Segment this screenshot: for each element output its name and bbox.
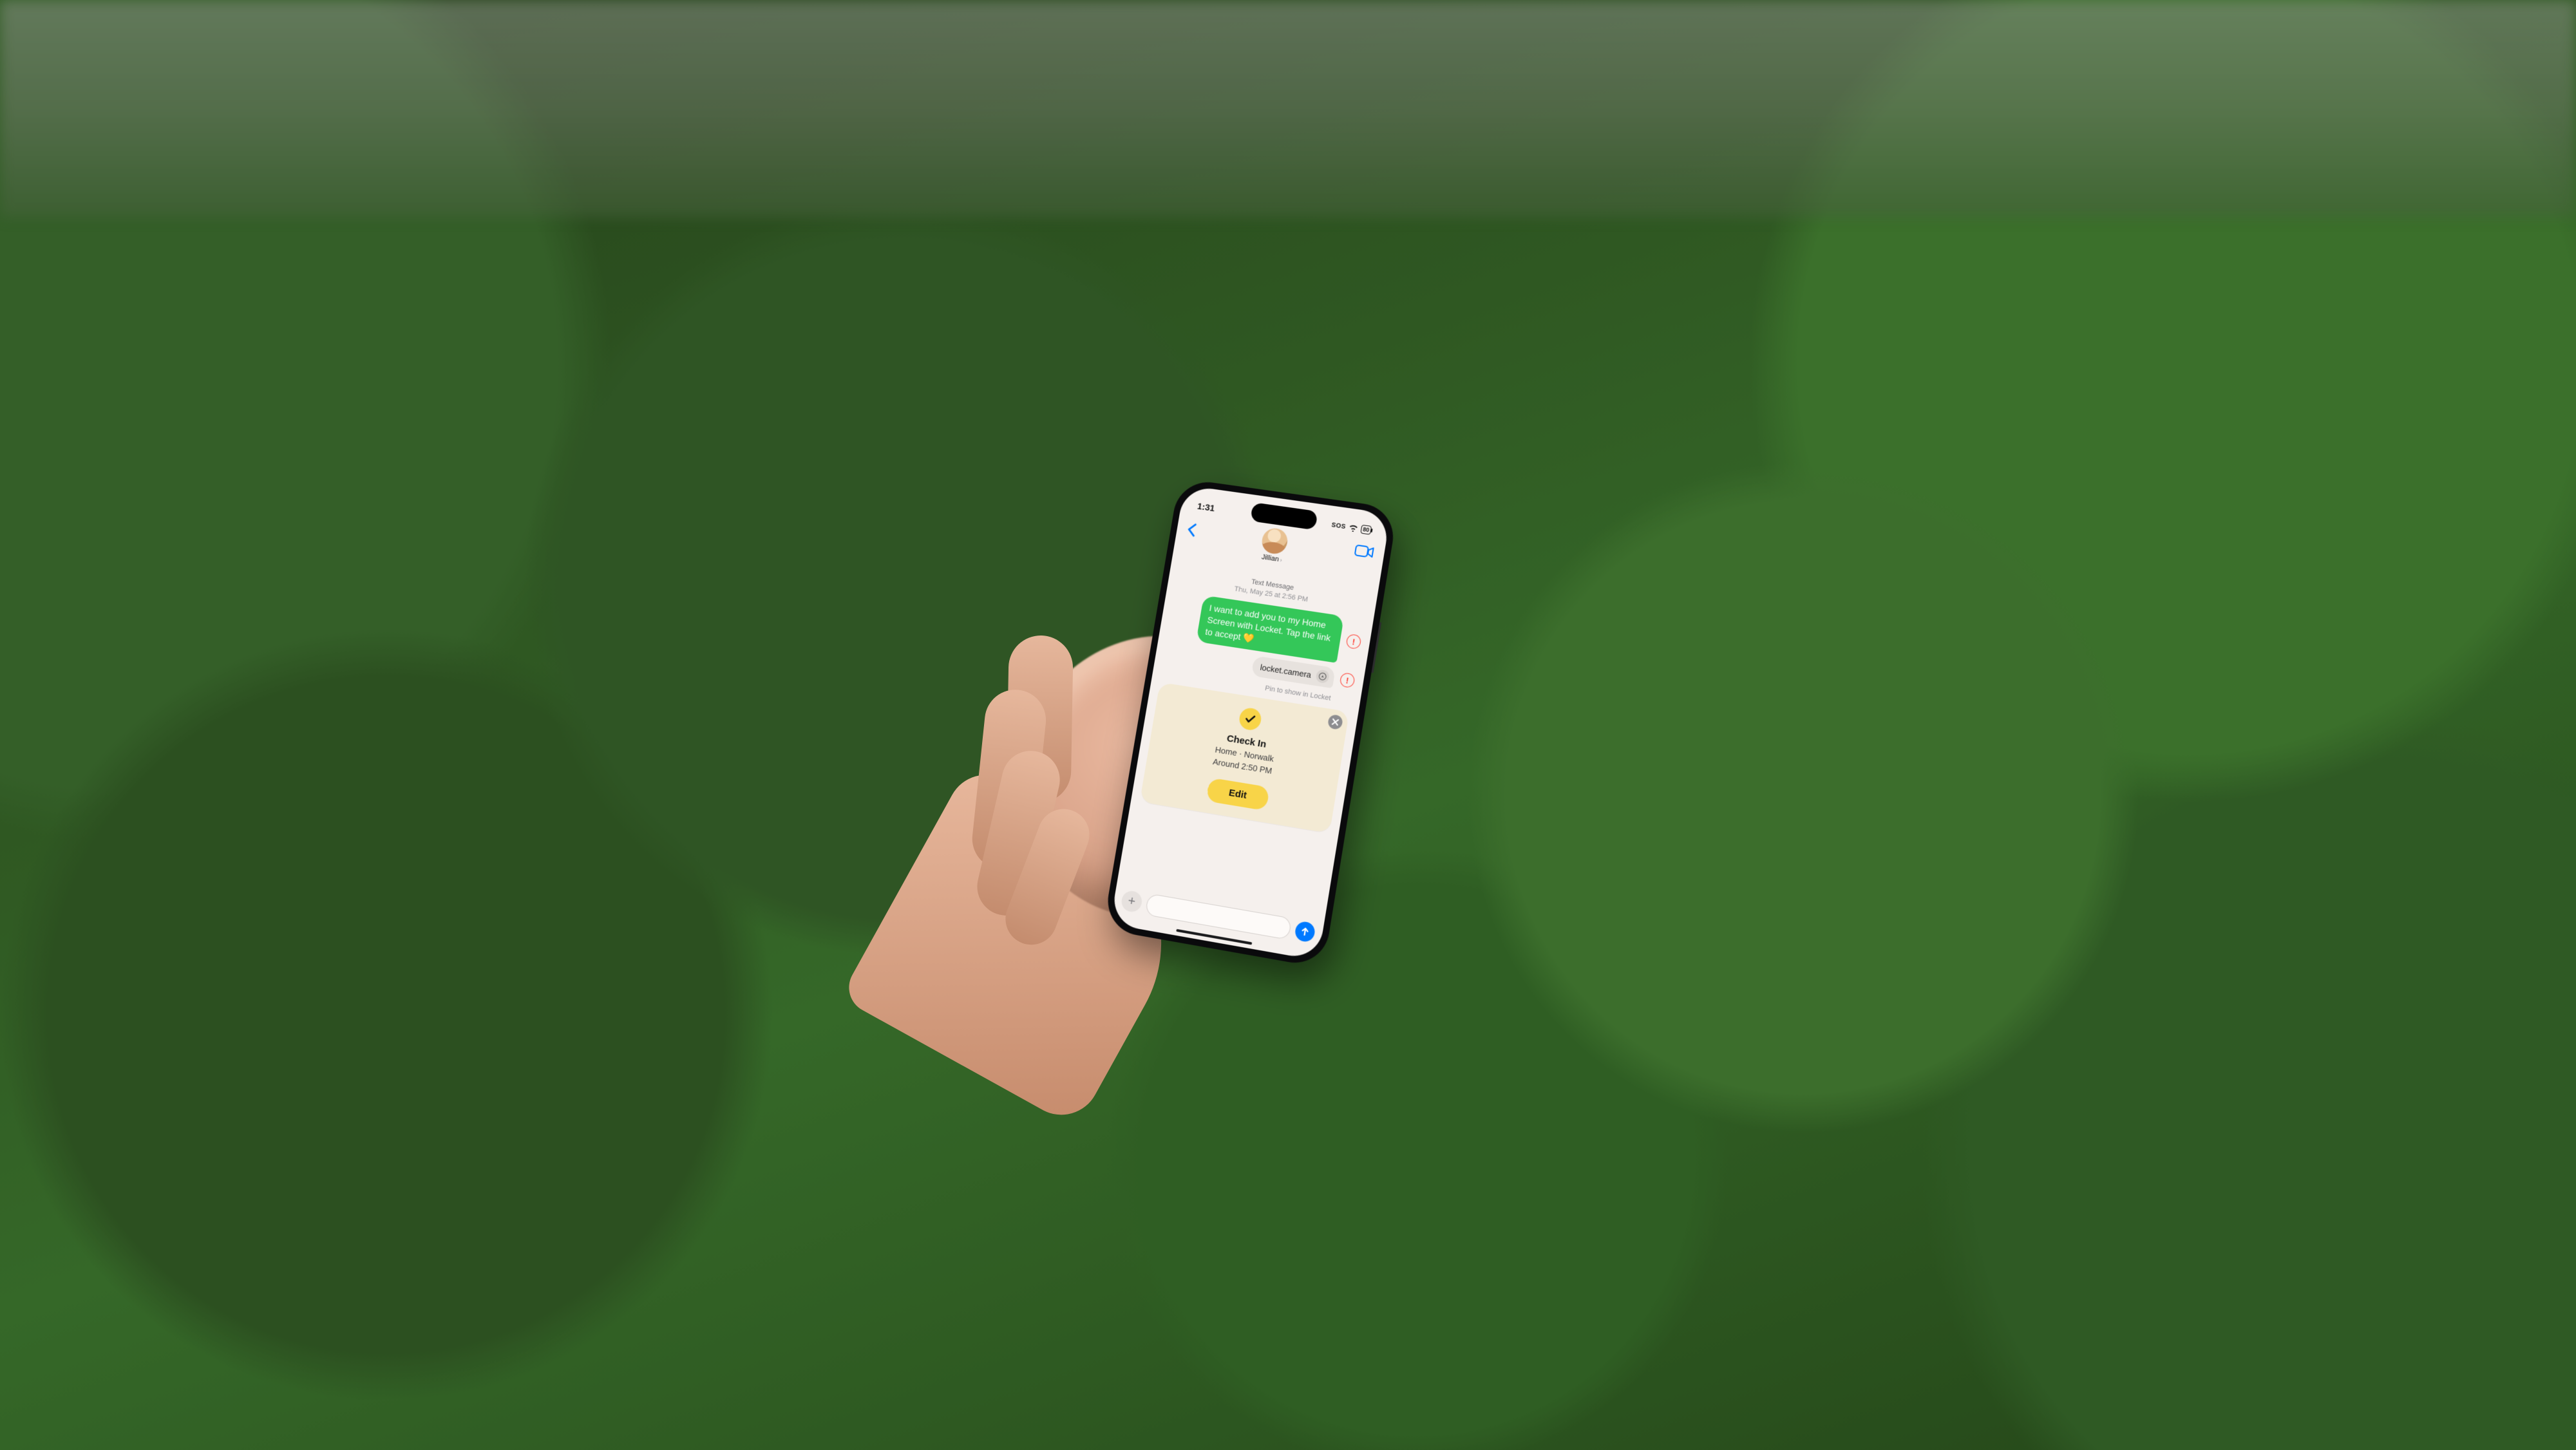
contact-name[interactable]: Jillian› [1261,553,1282,563]
edit-button[interactable]: Edit [1206,778,1270,811]
battery-indicator: 80 [1360,525,1372,535]
send-button[interactable] [1294,920,1316,943]
close-button[interactable] [1327,714,1343,730]
message-thread[interactable]: Text Message Thu, May 25 at 2:56 PM I wa… [1117,564,1378,919]
phone-frame: 1:31 SOS 80 Jillian› [1103,478,1398,968]
status-sos: SOS [1331,522,1347,531]
not-delivered-icon[interactable]: ! [1345,634,1361,650]
checkin-card: Check In Home · Norwalk Around 2:50 PM E… [1140,683,1350,834]
chevron-right-icon: › [1280,556,1283,563]
contact-avatar[interactable] [1260,527,1289,555]
phone-screen: 1:31 SOS 80 Jillian› [1110,485,1391,961]
safari-compass-icon [1315,670,1330,684]
wifi-icon [1349,524,1358,532]
status-time: 1:31 [1197,501,1215,513]
back-button[interactable] [1185,517,1197,541]
plus-button[interactable]: + [1120,889,1143,913]
link-text: locket.camera [1260,663,1312,680]
not-delivered-icon[interactable]: ! [1339,672,1355,688]
checkmark-icon [1238,707,1263,732]
facetime-button[interactable] [1354,541,1376,563]
